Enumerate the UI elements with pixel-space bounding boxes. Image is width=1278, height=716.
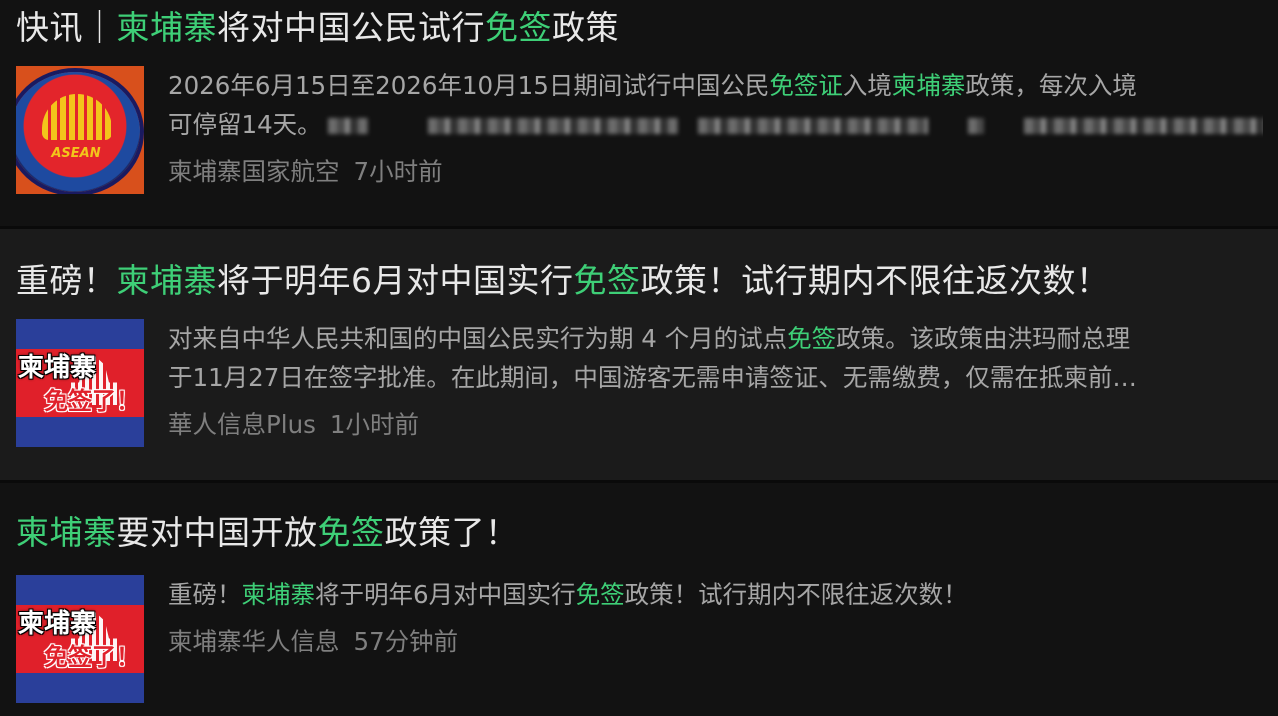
title-text: 将于明年6月对中国实行 [217, 261, 574, 300]
cambodia-flag-thumbnail[interactable]: 柬埔寨 免签了！ [16, 575, 144, 703]
title-text: 政策！试行期内不限往返次数！ [640, 261, 1110, 300]
title-text: 要对中国开放 [116, 513, 318, 552]
publish-time: 57分钟前 [353, 627, 459, 656]
thumb-caption: 柬埔寨 [18, 609, 97, 639]
snippet-keyword: 免签证 [769, 71, 843, 100]
news-title[interactable]: 快讯｜柬埔寨将对中国公民试行免签政策 [16, 8, 1262, 48]
snippet-text: 将于明年6月对中国实行 [315, 580, 576, 609]
snippet-text: 可停留14天。 [168, 110, 322, 139]
redacted-text [327, 118, 368, 134]
news-meta: 華人信息Plus 1小时前 [168, 409, 1262, 441]
snippet-keyword: 柬埔寨 [241, 580, 316, 609]
snippet-text: 于11月27日在签字批准。在此期间，中国游客无需申请签证、无需缴费，仅需在抵柬前… [168, 363, 1137, 392]
source-name[interactable]: 柬埔寨华人信息 [168, 627, 340, 656]
news-feed: 快讯｜柬埔寨将对中国公民试行免签政策 ASEAN 2026年6月15日至2026… [0, 0, 1278, 716]
title-keyword: 柬埔寨 [16, 513, 117, 552]
news-snippet: 重磅！柬埔寨将于明年6月对中国实行免签政策！试行期内不限往返次数！ [168, 575, 1262, 614]
title-text: 政策 [552, 8, 619, 47]
news-title[interactable]: 重磅！柬埔寨将于明年6月对中国实行免签政策！试行期内不限往返次数！ [16, 261, 1262, 301]
publish-time: 1小时前 [329, 410, 419, 439]
news-title[interactable]: 柬埔寨要对中国开放免签政策了！ [16, 513, 1262, 553]
title-text: 政策了！ [384, 513, 519, 552]
news-meta: 柬埔寨华人信息 57分钟前 [168, 626, 1262, 658]
title-text: 重磅！ [16, 261, 117, 300]
title-keyword: 柬埔寨 [116, 261, 217, 300]
snippet-keyword: 免签 [575, 580, 625, 609]
thumb-caption: 免签了！ [44, 643, 140, 671]
redacted-text [967, 118, 984, 134]
title-keyword: 免签 [317, 513, 385, 552]
title-keyword: 柬埔寨 [116, 8, 217, 47]
snippet-text: 政策，每次入境 [965, 71, 1137, 100]
snippet-text: 重磅！ [168, 580, 242, 609]
publish-time: 7小时前 [353, 157, 443, 186]
news-meta: 柬埔寨国家航空 7小时前 [168, 156, 1263, 188]
snippet-text: 政策。该政策由洪玛耐总理 [836, 324, 1131, 353]
news-card[interactable]: 柬埔寨要对中国开放免签政策了！ 柬埔寨 免签了！ 重磅！柬埔寨将于明年6月对中国… [0, 483, 1278, 716]
title-text: 将对中国公民试行 [217, 8, 485, 47]
news-snippet: 对来自中华人民共和国的中国公民实行为期 4 个月的试点免签政策。该政策由洪玛耐总… [168, 319, 1262, 397]
thumb-caption: 免签了！ [44, 387, 140, 415]
title-text: 快讯｜ [16, 8, 117, 47]
thumb-caption: 柬埔寨 [18, 353, 97, 383]
redacted-text [427, 118, 678, 134]
news-snippet: 2026年6月15日至2026年10月15日期间试行中国公民免签证入境柬埔寨政策… [168, 66, 1263, 144]
snippet-text: 入境 [842, 71, 892, 100]
news-card[interactable]: 快讯｜柬埔寨将对中国公民试行免签政策 ASEAN 2026年6月15日至2026… [0, 0, 1278, 226]
source-name[interactable]: 柬埔寨国家航空 [168, 157, 340, 186]
snippet-keyword: 免签 [787, 324, 837, 353]
logo-text: ASEAN [51, 146, 101, 161]
snippet-text: 2026年6月15日至2026年10月15日期间试行中国公民 [168, 71, 770, 100]
snippet-text: 政策！试行期内不限往返次数！ [624, 580, 968, 609]
title-keyword: 免签 [485, 8, 552, 47]
snippet-text: 对来自中华人民共和国的中国公民实行为期 4 个月的试点 [168, 324, 788, 353]
cambodia-flag-thumbnail[interactable]: 柬埔寨 免签了！ [16, 319, 144, 447]
redacted-text [697, 118, 928, 134]
title-keyword: 免签 [573, 261, 641, 300]
asean-logo-thumbnail[interactable]: ASEAN [16, 66, 144, 194]
source-name[interactable]: 華人信息Plus [168, 410, 316, 439]
news-card[interactable]: 重磅！柬埔寨将于明年6月对中国实行免签政策！试行期内不限往返次数！ 柬埔寨 免签… [0, 229, 1278, 480]
snippet-keyword: 柬埔寨 [891, 71, 966, 100]
redacted-text [1023, 118, 1263, 134]
